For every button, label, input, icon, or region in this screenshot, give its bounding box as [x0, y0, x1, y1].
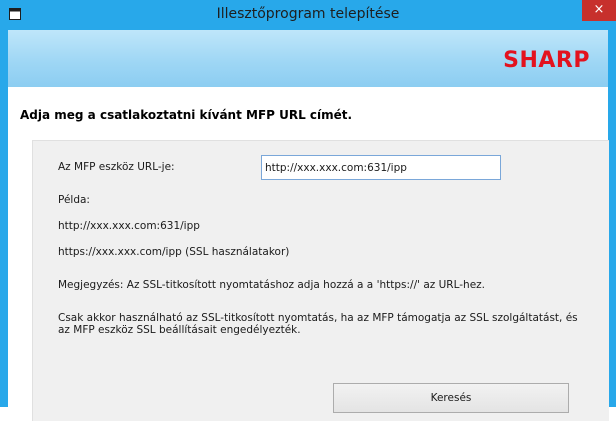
example-url-1: http://xxx.xxx.com:631/ipp [58, 220, 200, 232]
example-url-2: https://xxx.xxx.com/ipp (SSL használatak… [58, 246, 290, 258]
close-icon: × [593, 2, 605, 17]
content-area: Adja meg a csatlakoztatni kívánt MFP URL… [8, 87, 609, 421]
ssl-support-note: Csak akkor használható az SSL-titkosítot… [58, 312, 578, 336]
close-button[interactable]: × [582, 0, 616, 21]
example-label: Példa: [58, 194, 90, 206]
sharp-logo: SHARP [503, 48, 590, 73]
window-client: SHARP Adja meg a csatlakoztatni kívánt M… [8, 30, 609, 421]
installer-window: Illesztőprogram telepítése × SHARP Adja … [0, 0, 616, 421]
title-bar[interactable]: Illesztőprogram telepítése × [0, 0, 616, 30]
ssl-note: Megjegyzés: Az SSL-titkosított nyomtatás… [58, 279, 486, 291]
header-banner: SHARP [8, 30, 608, 87]
page-heading: Adja meg a csatlakoztatni kívánt MFP URL… [20, 108, 353, 122]
window-title: Illesztőprogram telepítése [216, 6, 400, 22]
url-panel: Az MFP eszköz URL-je: Példa: http://xxx.… [32, 140, 609, 421]
url-input[interactable] [261, 155, 501, 180]
url-label: Az MFP eszköz URL-je: [58, 161, 175, 173]
search-button[interactable]: Keresés [333, 383, 569, 413]
